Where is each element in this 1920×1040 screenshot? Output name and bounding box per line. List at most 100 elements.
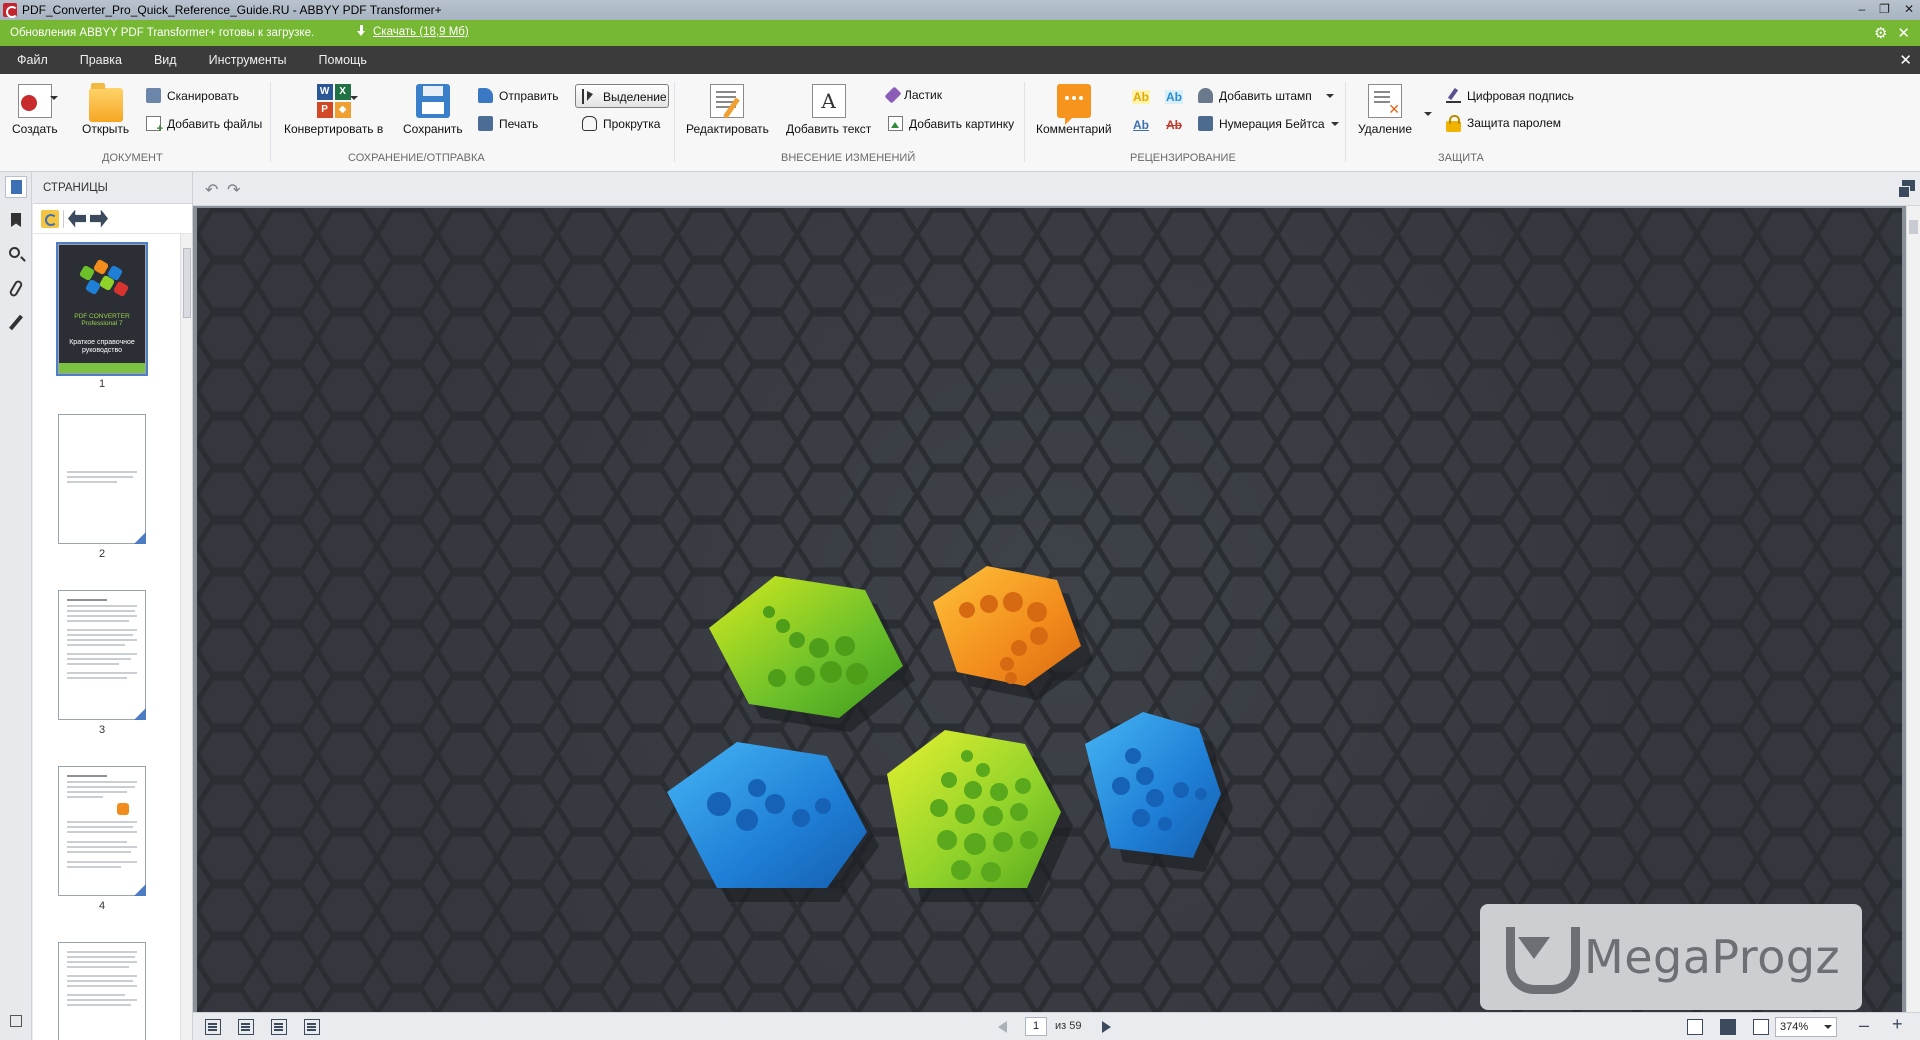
print-button[interactable]: Печать — [478, 116, 538, 131]
update-notification-bar: Обновления ABBYY PDF Transformer+ готовы… — [0, 20, 1920, 46]
page-thumbnail-1[interactable]: PDF CONVERTER Professional 7 Краткое спр… — [56, 242, 148, 376]
bates-dropdown-icon[interactable] — [1330, 121, 1339, 126]
delete-button[interactable]: Удаление — [1358, 84, 1412, 136]
add-image-icon — [888, 116, 903, 131]
menu-bar: Файл Правка Вид Инструменты Помощь ✕ — [0, 46, 1920, 74]
menu-view[interactable]: Вид — [138, 46, 193, 74]
menu-tools[interactable]: Инструменты — [193, 46, 303, 74]
create-dropdown-icon[interactable] — [50, 96, 58, 100]
signature-label: Цифровая подпись — [1467, 88, 1574, 103]
select-mode-button[interactable]: Выделение — [582, 89, 667, 104]
zoom-select[interactable]: 374% — [1775, 1017, 1837, 1037]
scroll-mode-button[interactable]: Прокрутка — [582, 116, 660, 131]
pages-panel-toolbar — [33, 204, 192, 234]
delete-dropdown-icon[interactable] — [1424, 112, 1432, 116]
ribbon-separator — [270, 82, 271, 162]
page-thumbnail-4[interactable] — [58, 766, 146, 896]
convert-button[interactable]: WX P ◆ Конвертировать в — [284, 84, 383, 136]
current-page-input[interactable]: 1 — [1025, 1017, 1047, 1036]
send-button[interactable]: Отправить — [478, 88, 559, 103]
fit-width-icon[interactable] — [1720, 1019, 1736, 1035]
text-line — [67, 821, 137, 823]
rotate-left-icon[interactable] — [68, 210, 86, 228]
text-line — [67, 961, 137, 963]
page-thumbnail-5[interactable] — [58, 942, 146, 1040]
download-link[interactable]: Скачать (18,9 Мб) — [356, 25, 469, 38]
highlight-text-blue-icon[interactable]: Ab — [1165, 90, 1183, 104]
bates-numbering-button[interactable]: Нумерация Бейтса — [1198, 116, 1339, 131]
search-panel-button[interactable] — [5, 244, 27, 266]
rotate-right-icon[interactable] — [90, 209, 108, 228]
eraser-button[interactable]: Ластик — [884, 86, 942, 104]
minimize-button[interactable]: – — [1858, 2, 1865, 16]
menu-file[interactable]: Файл — [0, 46, 64, 74]
pdf-page-cover — [197, 208, 1902, 1012]
text-line — [67, 796, 103, 798]
attachments-panel-button[interactable] — [5, 278, 27, 300]
page-thumbnail-2[interactable] — [58, 414, 146, 544]
highlight-text-icon[interactable]: Ab — [1132, 90, 1150, 104]
edit-button[interactable]: Редактировать — [686, 84, 769, 136]
two-page-view-icon[interactable] — [271, 1019, 287, 1035]
save-button[interactable]: Сохранить — [403, 84, 463, 136]
document-scroll-thumb[interactable] — [1909, 220, 1918, 234]
update-close-icon[interactable]: ✕ — [1897, 24, 1910, 42]
menu-help[interactable]: Помощь — [303, 46, 383, 74]
zoom-out-button[interactable]: – — [1859, 1015, 1869, 1036]
fit-page-icon[interactable] — [1753, 1019, 1769, 1035]
open-button[interactable]: Открыть — [82, 83, 129, 136]
scan-button[interactable]: Сканировать — [146, 88, 239, 103]
add-text-button[interactable]: A Добавить текст — [786, 84, 871, 136]
search-icon — [9, 247, 20, 258]
text-line — [67, 994, 125, 996]
create-button[interactable]: Создать — [12, 84, 58, 136]
previous-page-icon[interactable] — [998, 1021, 1007, 1033]
comments-pane-icon[interactable] — [1898, 180, 1916, 198]
digital-signature-button[interactable]: Цифровая подпись — [1446, 88, 1574, 103]
underline-text-icon[interactable]: Ab — [1132, 118, 1150, 132]
convert-label: Конвертировать в — [284, 122, 384, 136]
zoom-page-icon — [10, 1015, 22, 1027]
comment-button[interactable]: Комментарий — [1036, 84, 1112, 136]
window-close-button[interactable]: ✕ — [1904, 2, 1914, 16]
password-protect-button[interactable]: Защита паролем — [1446, 114, 1562, 132]
undo-icon[interactable]: ↶ — [205, 180, 218, 200]
pages-panel-button[interactable] — [5, 176, 27, 198]
document-view[interactable] — [193, 206, 1906, 1012]
two-page-continuous-view-icon[interactable] — [304, 1019, 320, 1035]
page-corner-icon — [134, 884, 146, 896]
text-line — [67, 846, 137, 848]
replace-pages-icon[interactable] — [41, 209, 59, 228]
convert-dropdown-icon[interactable] — [350, 96, 358, 100]
page-thumbnail-3[interactable] — [58, 590, 146, 720]
single-page-view-icon[interactable] — [205, 1019, 221, 1035]
document-vertical-scrollbar[interactable] — [1906, 206, 1920, 1012]
signatures-panel-button[interactable] — [5, 312, 27, 334]
text-line — [67, 639, 137, 641]
stamp-dropdown-icon[interactable] — [1325, 93, 1334, 98]
thumbnails-scrollbar[interactable] — [180, 234, 192, 1040]
document-close-icon[interactable]: ✕ — [1899, 51, 1912, 69]
actual-size-icon[interactable] — [1687, 1019, 1703, 1035]
text-line — [67, 663, 119, 665]
zoom-in-button[interactable]: + — [1892, 1014, 1903, 1035]
bookmarks-panel-button[interactable] — [5, 210, 27, 232]
add-image-button[interactable]: Добавить картинку — [888, 116, 1014, 131]
strikethrough-text-icon[interactable]: Ab — [1165, 118, 1183, 132]
maximize-button[interactable]: ❐ — [1879, 2, 1890, 16]
menu-edit[interactable]: Правка — [64, 46, 138, 74]
update-settings-icon[interactable]: ⚙ — [1874, 24, 1887, 42]
thumbnails-scroll-thumb[interactable] — [183, 248, 191, 318]
redo-icon[interactable]: ↷ — [227, 180, 240, 200]
password-label: Защита паролем — [1467, 116, 1562, 130]
next-page-icon[interactable] — [1102, 1021, 1111, 1033]
panel-options-button[interactable] — [5, 1012, 27, 1034]
abbyy-app-icon — [3, 3, 18, 18]
update-message: Обновления ABBYY PDF Transformer+ готовы… — [10, 27, 315, 39]
text-line — [67, 861, 137, 863]
add-files-button[interactable]: Добавить файлы — [146, 116, 262, 135]
text-line — [67, 975, 137, 977]
continuous-view-icon[interactable] — [238, 1019, 254, 1035]
add-stamp-button[interactable]: Добавить штамп — [1198, 88, 1334, 103]
page-number-label: 2 — [98, 548, 106, 560]
